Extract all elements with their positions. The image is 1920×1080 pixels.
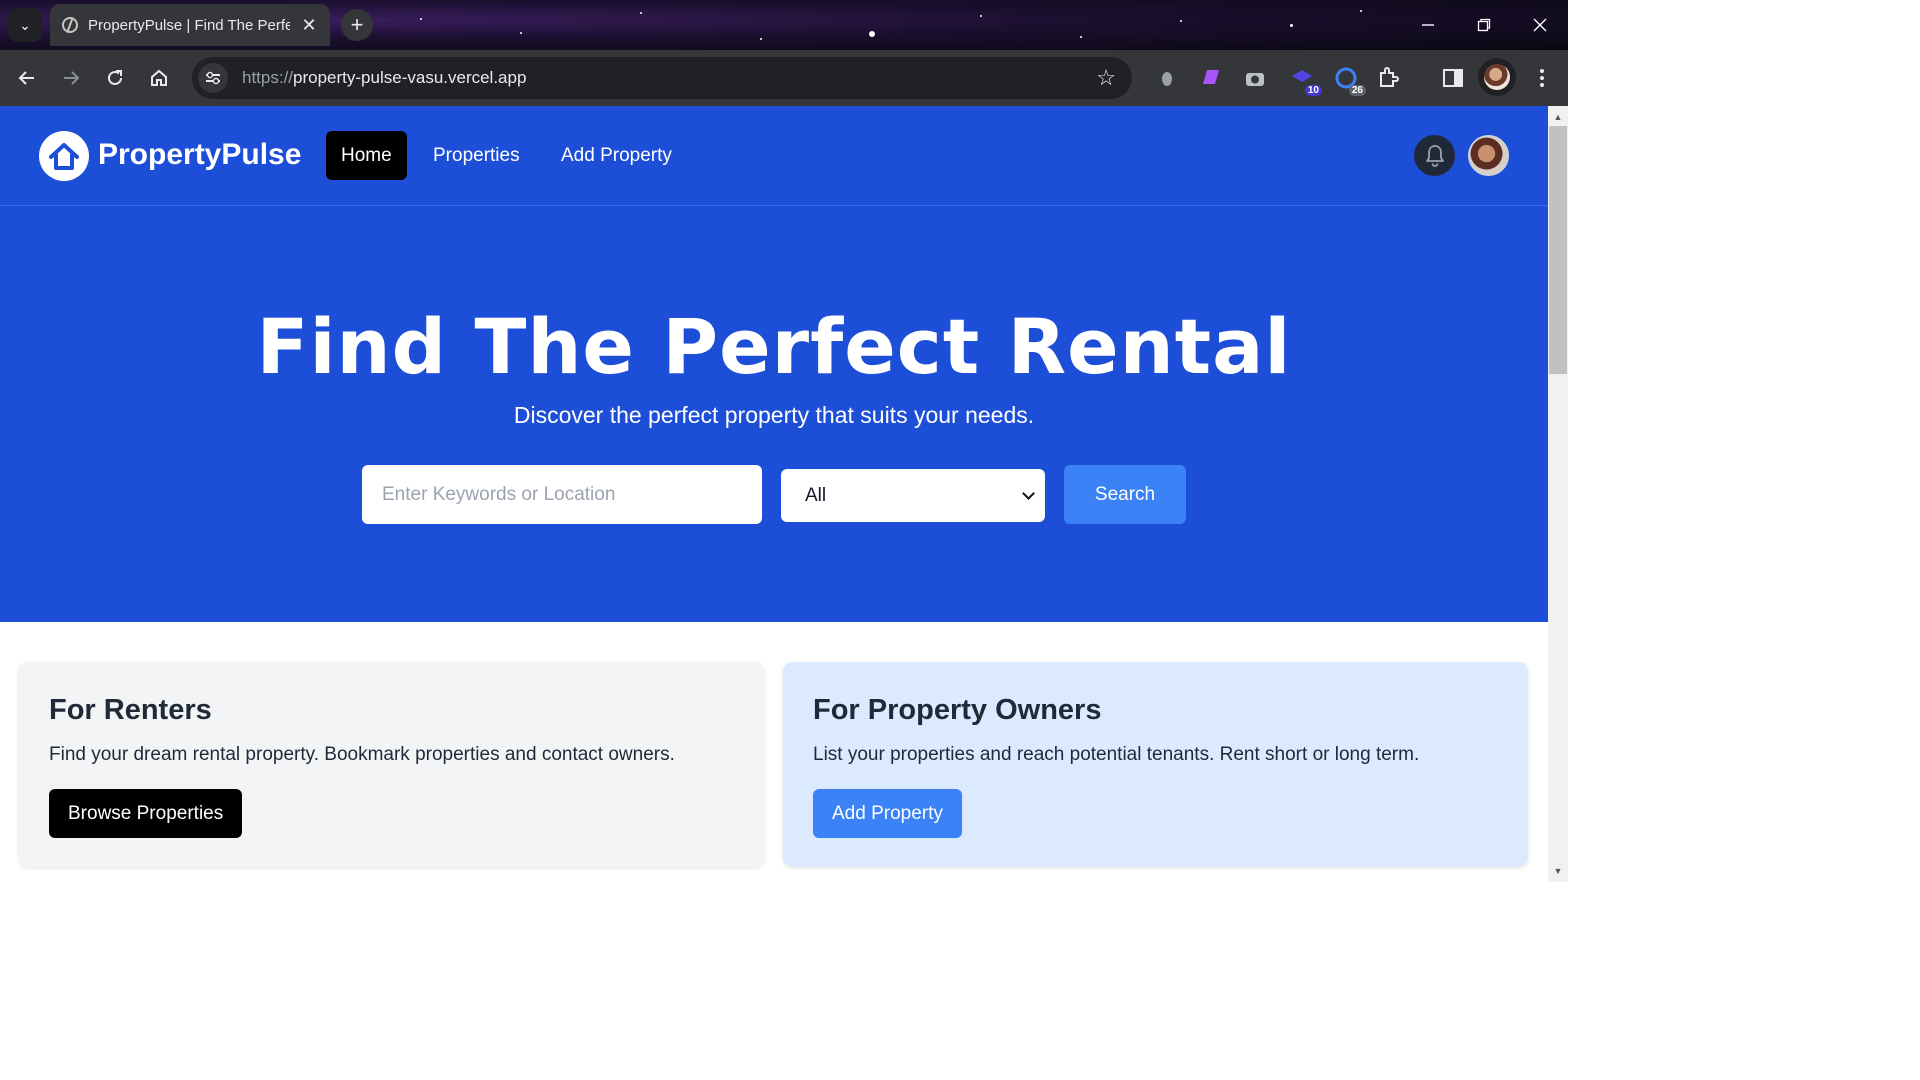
url-host: property-pulse-vasu.vercel.app xyxy=(293,68,527,87)
browse-properties-button[interactable]: Browse Properties xyxy=(49,789,243,838)
browser-tab[interactable]: PropertyPulse | Find The Perfect Rental … xyxy=(50,4,330,46)
search-input[interactable] xyxy=(362,465,762,524)
site-navbar: PropertyPulse Home Properties Add Proper… xyxy=(0,106,1548,206)
nav-link-add-property[interactable]: Add Property xyxy=(546,131,687,180)
extensions-puzzle-icon[interactable] xyxy=(1376,66,1400,90)
globe-icon xyxy=(62,17,78,33)
reload-button[interactable] xyxy=(101,64,129,92)
tab-search-button[interactable]: ⌄ xyxy=(8,8,42,42)
extension-1-icon[interactable] xyxy=(1155,66,1179,90)
background-star xyxy=(1180,20,1182,22)
tune-icon xyxy=(206,71,220,85)
add-property-button[interactable]: Add Property xyxy=(813,789,962,838)
owners-card-text: List your properties and reach potential… xyxy=(813,744,1420,765)
url-scheme: https:// xyxy=(242,68,294,87)
chevron-down-icon: ⌄ xyxy=(19,16,31,33)
renters-card-text: Find your dream rental property. Bookmar… xyxy=(49,744,675,765)
hero-subtitle: Discover the perfect property that suits… xyxy=(513,402,1035,428)
property-type-select[interactable]: All xyxy=(781,469,1045,522)
home-button[interactable] xyxy=(145,64,173,92)
browser-profile-button[interactable] xyxy=(1478,58,1516,96)
background-star xyxy=(640,12,642,14)
brand-name[interactable]: PropertyPulse xyxy=(98,138,301,172)
renters-card: For Renters Find your dream rental prope… xyxy=(19,662,764,867)
menu-button[interactable] xyxy=(1528,64,1556,92)
notifications-button[interactable] xyxy=(1414,135,1455,176)
more-vert-icon xyxy=(1540,69,1544,87)
nav-link-home[interactable]: Home xyxy=(326,131,407,180)
extension-badge: 26 xyxy=(1348,85,1366,96)
close-icon xyxy=(1533,18,1547,32)
scroll-down-icon[interactable]: ▼ xyxy=(1552,866,1564,876)
logo[interactable] xyxy=(39,131,89,181)
tab-title: PropertyPulse | Find The Perfect Rental xyxy=(88,16,290,34)
new-tab-button[interactable]: + xyxy=(341,9,373,41)
bell-icon xyxy=(1425,144,1444,167)
background-star xyxy=(1360,10,1362,12)
restore-icon xyxy=(1477,18,1491,32)
background-star xyxy=(760,38,762,40)
background-star xyxy=(1080,36,1082,38)
back-button[interactable] xyxy=(13,64,41,92)
arrow-right-icon xyxy=(64,71,80,85)
extension-5-icon[interactable]: 26 xyxy=(1334,66,1366,96)
owners-card-title: For Property Owners xyxy=(813,694,1102,726)
owners-card: For Property Owners List your properties… xyxy=(783,662,1528,867)
minimize-button[interactable] xyxy=(1400,0,1456,50)
url-text[interactable]: https://property-pulse-vasu.vercel.app xyxy=(242,68,526,88)
address-bar[interactable]: https://property-pulse-vasu.vercel.app ☆ xyxy=(192,57,1132,99)
page-viewport: PropertyPulse Home Properties Add Proper… xyxy=(0,106,1548,882)
extension-3-icon[interactable] xyxy=(1243,66,1267,90)
scrollbar-thumb[interactable] xyxy=(1549,126,1567,374)
nav-link-properties[interactable]: Properties xyxy=(418,131,535,180)
user-avatar[interactable] xyxy=(1468,135,1509,176)
background-star xyxy=(420,18,422,20)
background-star xyxy=(980,15,982,17)
background-star xyxy=(869,31,875,37)
house-logo-icon xyxy=(49,143,79,170)
renters-card-title: For Renters xyxy=(49,694,212,726)
hero-section: Find The Perfect Rental Discover the per… xyxy=(0,206,1548,622)
hero-title: Find The Perfect Rental xyxy=(256,302,1292,391)
forward-button[interactable] xyxy=(57,64,85,92)
close-window-button[interactable] xyxy=(1512,0,1568,50)
arrow-left-icon xyxy=(18,71,34,85)
side-panel-icon[interactable] xyxy=(1441,66,1465,90)
extension-2-icon[interactable] xyxy=(1199,66,1223,90)
browser-tabstrip: ⌄ PropertyPulse | Find The Perfect Renta… xyxy=(0,0,1568,50)
site-info-button[interactable] xyxy=(198,63,228,93)
background-star xyxy=(520,32,522,34)
property-type-selected: All xyxy=(805,484,827,506)
home-icon xyxy=(151,69,167,86)
close-icon[interactable]: ✕ xyxy=(300,15,318,36)
scroll-up-icon[interactable]: ▲ xyxy=(1552,112,1564,122)
star-icon[interactable]: ☆ xyxy=(1096,65,1116,91)
extension-4-icon[interactable]: 10 xyxy=(1290,66,1322,96)
avatar xyxy=(1484,64,1510,90)
browser-toolbar: https://property-pulse-vasu.vercel.app ☆… xyxy=(0,50,1568,106)
extension-badge: 10 xyxy=(1304,85,1322,96)
search-button[interactable]: Search xyxy=(1064,465,1186,524)
background-star xyxy=(1290,24,1293,27)
reload-icon xyxy=(108,70,122,85)
chevron-down-icon xyxy=(1022,487,1035,500)
minimize-icon xyxy=(1422,24,1434,26)
restore-button[interactable] xyxy=(1456,0,1512,50)
